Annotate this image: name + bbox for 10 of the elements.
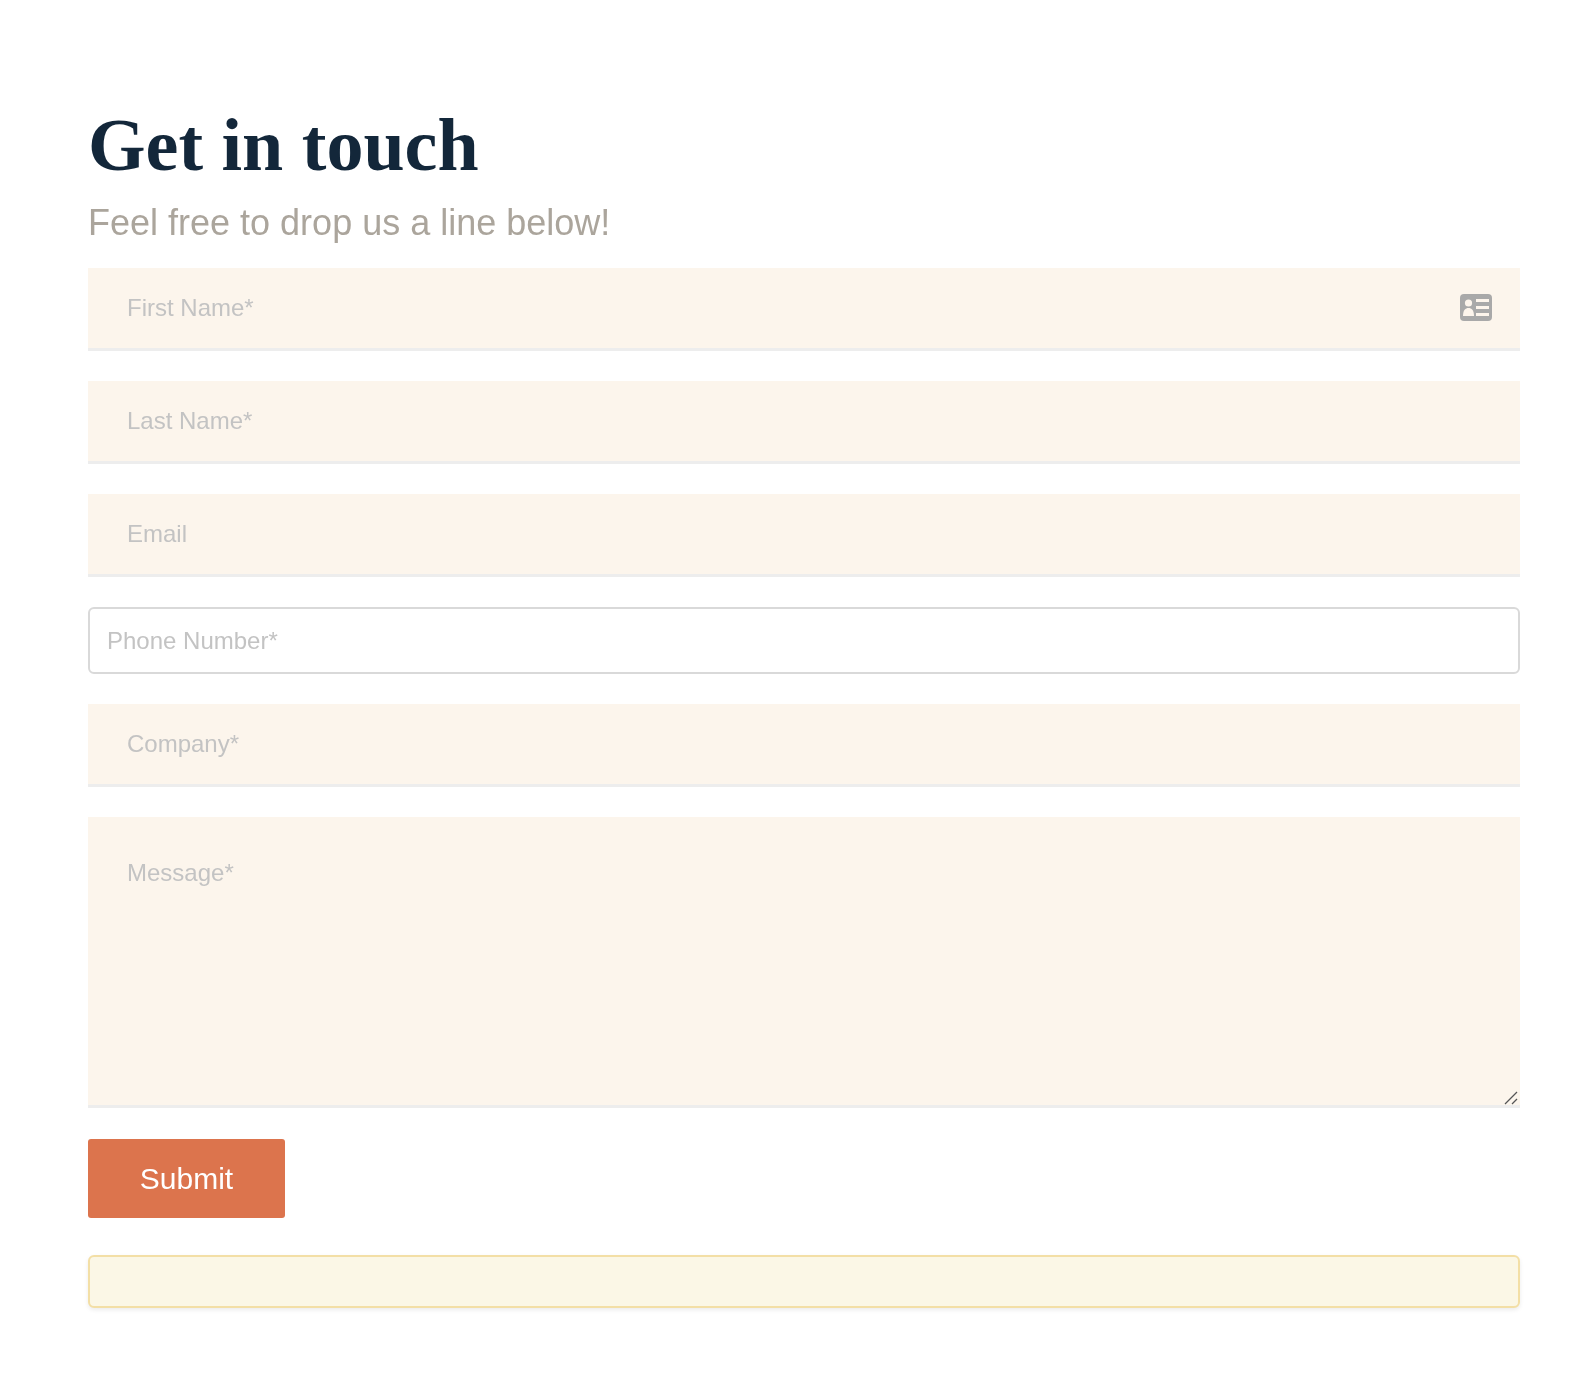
page-subheading: Feel free to drop us a line below!	[88, 205, 611, 241]
submit-button[interactable]: Submit	[88, 1139, 285, 1218]
input-field[interactable]: Last Name*	[88, 381, 1520, 464]
page-heading: Get in touch	[88, 108, 479, 182]
message-field[interactable]: Message*	[88, 817, 1520, 1108]
input-field[interactable]: First Name*	[88, 268, 1520, 351]
input-field[interactable]: Company*	[88, 704, 1520, 787]
input-field[interactable]: Phone Number*	[88, 607, 1520, 674]
input-field[interactable]: Email	[88, 494, 1520, 577]
resize-handle-icon[interactable]	[1504, 1091, 1518, 1105]
